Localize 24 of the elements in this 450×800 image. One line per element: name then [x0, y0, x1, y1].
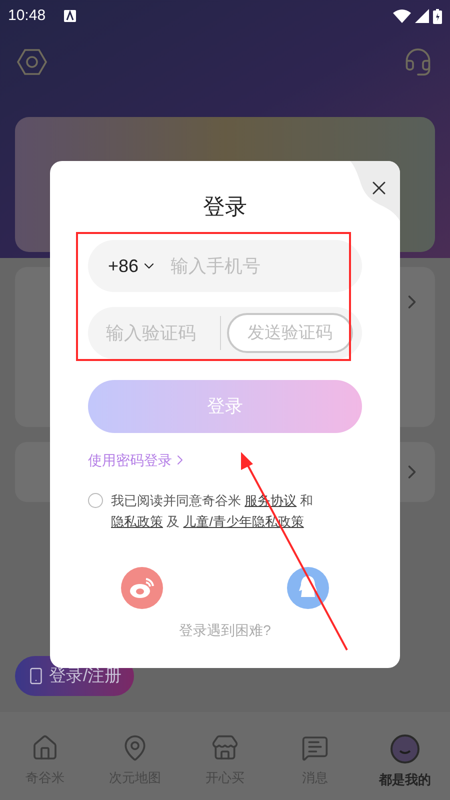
message-icon — [301, 734, 329, 762]
corner-decoration — [350, 161, 400, 221]
weibo-login-icon[interactable] — [121, 567, 163, 609]
wifi-icon — [393, 9, 411, 23]
agreement-radio[interactable] — [88, 493, 103, 508]
home-icon — [31, 734, 59, 762]
send-code-button[interactable]: 发送验证码 — [227, 313, 353, 353]
help-link[interactable]: 登录遇到困难? — [179, 620, 271, 640]
phone-icon — [27, 667, 45, 685]
settings-icon[interactable] — [17, 47, 47, 77]
nav-tab[interactable]: 都是我的 — [360, 734, 450, 800]
login-button[interactable]: 登录 — [88, 380, 362, 433]
agreement-link[interactable]: 隐私政策 — [111, 514, 163, 529]
dialog-title: 登录 — [203, 193, 247, 221]
customer-service-icon[interactable] — [403, 47, 433, 77]
status-time: 10:48 — [8, 6, 46, 26]
country-code-dropdown[interactable]: +86 — [108, 252, 157, 280]
qq-login-icon[interactable] — [287, 567, 329, 609]
smiley-avatar-icon — [390, 734, 420, 764]
store-icon — [211, 734, 239, 762]
battery-icon — [433, 8, 442, 24]
signal-icon — [415, 9, 429, 23]
notification-icon — [64, 10, 76, 22]
password-login-link[interactable]: 使用密码登录 — [88, 450, 188, 470]
